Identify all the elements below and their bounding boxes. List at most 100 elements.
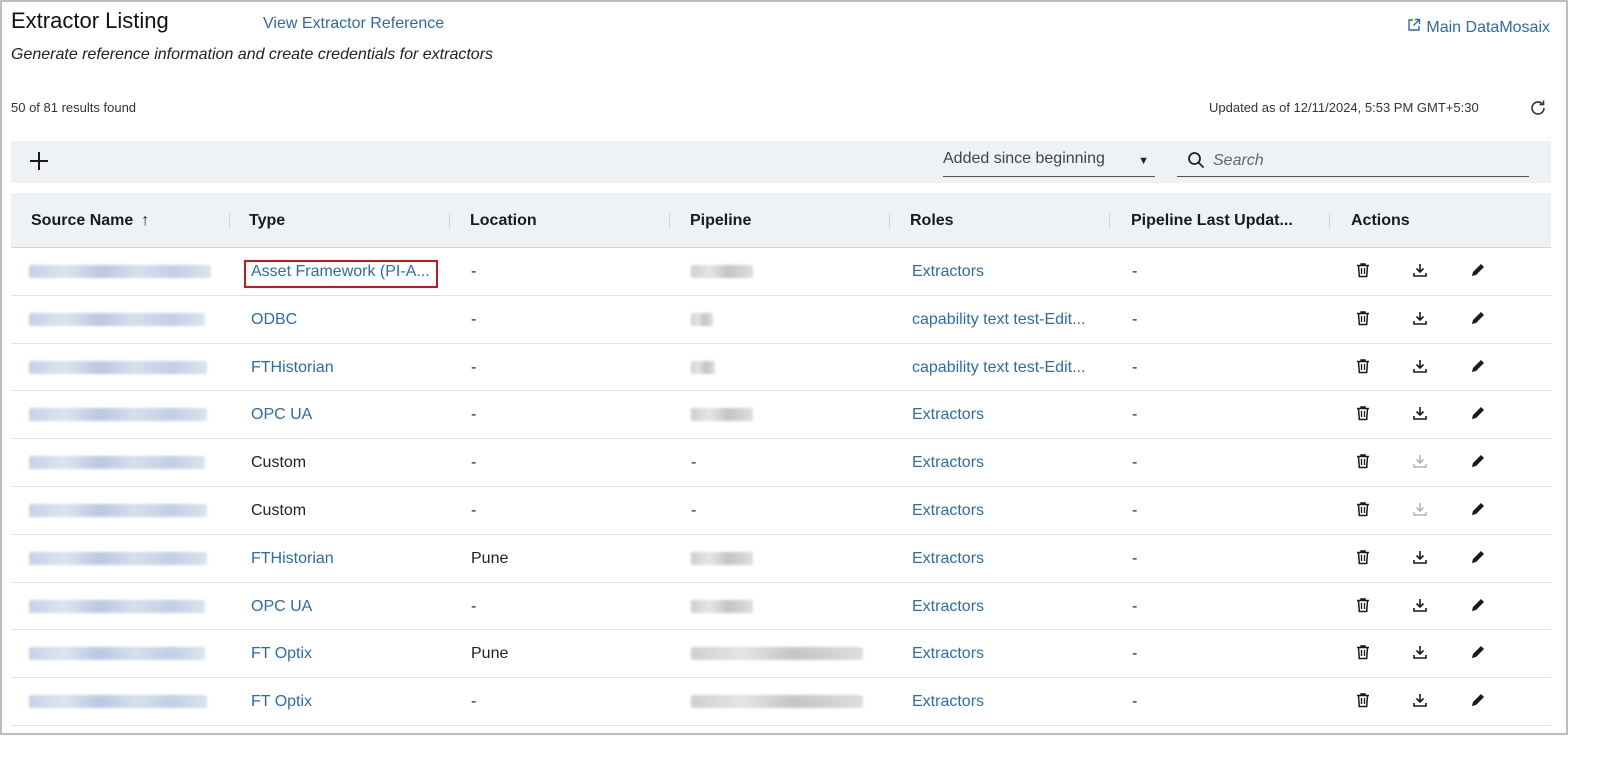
download-icon[interactable] — [1412, 262, 1430, 280]
source-name-redacted[interactable] — [29, 456, 205, 470]
main-datamosaix-link[interactable]: Main DataMosaix — [1407, 18, 1550, 37]
roles-cell[interactable]: Extractors — [912, 535, 1096, 582]
last-updated-cell: - — [1132, 454, 1138, 472]
results-count: 50 of 81 results found — [11, 100, 137, 115]
column-divider — [229, 213, 230, 229]
download-icon[interactable] — [1412, 405, 1430, 423]
column-pipeline-last-updated[interactable]: Pipeline Last Updat... — [1131, 193, 1293, 248]
source-name-redacted[interactable] — [29, 503, 207, 517]
page-subtitle: Generate reference information and creat… — [11, 46, 494, 63]
pencil-icon[interactable] — [1470, 692, 1488, 710]
pipeline-redacted — [691, 647, 863, 661]
refresh-icon[interactable] — [1529, 99, 1547, 117]
pencil-icon[interactable] — [1470, 310, 1488, 328]
download-icon[interactable] — [1412, 310, 1430, 328]
download-icon[interactable] — [1412, 644, 1430, 662]
column-location[interactable]: Location — [470, 193, 537, 248]
column-roles[interactable]: Roles — [910, 193, 954, 248]
pencil-icon[interactable] — [1470, 501, 1488, 519]
roles-cell[interactable]: capability text test-Edit... — [912, 344, 1096, 391]
pipeline-redacted — [691, 695, 863, 709]
location-cell: Pune — [471, 549, 509, 567]
last-updated-cell: - — [1132, 597, 1138, 615]
location-cell: - — [471, 263, 477, 280]
column-divider — [669, 213, 670, 229]
type-cell[interactable]: Asset Framework (PI-A... — [251, 248, 441, 295]
pipeline-redacted — [691, 265, 753, 278]
roles-cell[interactable]: Extractors — [912, 487, 1096, 534]
pencil-icon[interactable] — [1470, 453, 1488, 471]
source-name-redacted[interactable] — [29, 265, 211, 278]
source-name-redacted[interactable] — [29, 695, 207, 709]
trash-icon[interactable] — [1356, 453, 1374, 471]
roles-cell[interactable]: Extractors — [912, 678, 1096, 725]
main-datamosaix-label: Main DataMosaix — [1426, 18, 1550, 36]
source-name-redacted[interactable] — [29, 647, 205, 661]
column-divider — [1109, 213, 1110, 229]
source-name-redacted[interactable] — [29, 408, 207, 422]
column-type[interactable]: Type — [249, 193, 285, 248]
pencil-icon[interactable] — [1470, 358, 1488, 376]
type-cell[interactable]: FTHistorian — [251, 535, 441, 582]
download-icon[interactable] — [1412, 358, 1430, 376]
table-row: FT Optix - Extractors - — [11, 678, 1551, 726]
column-source-name[interactable]: Source Name ↑ — [31, 193, 149, 248]
pencil-icon[interactable] — [1470, 644, 1488, 662]
source-name-redacted[interactable] — [29, 551, 207, 565]
view-extractor-reference-link[interactable]: View Extractor Reference — [263, 15, 444, 33]
roles-cell[interactable]: capability text test-Edit... — [912, 296, 1096, 343]
pencil-icon[interactable] — [1470, 262, 1488, 280]
table-row: Asset Framework (PI-A... - Extractors - — [11, 248, 1551, 296]
trash-icon[interactable] — [1356, 310, 1374, 328]
trash-icon[interactable] — [1356, 644, 1374, 662]
table-row: FTHistorian - capability text test-Edit...… — [11, 344, 1551, 392]
source-name-redacted[interactable] — [29, 360, 207, 374]
trash-icon[interactable] — [1356, 692, 1374, 710]
type-cell[interactable]: FTHistorian — [251, 344, 441, 391]
location-cell: Pune — [471, 645, 509, 663]
roles-cell[interactable]: Extractors — [912, 439, 1096, 486]
trash-icon[interactable] — [1356, 262, 1374, 280]
search-input[interactable] — [1213, 147, 1513, 175]
type-cell[interactable]: FT Optix — [251, 678, 441, 725]
column-pipeline[interactable]: Pipeline — [690, 193, 751, 248]
download-icon[interactable] — [1412, 692, 1430, 710]
pipeline-cell: - — [691, 454, 697, 472]
roles-cell[interactable]: Extractors — [912, 391, 1096, 438]
download-icon[interactable] — [1412, 597, 1430, 615]
pencil-icon[interactable] — [1470, 597, 1488, 615]
table-row: OPC UA - Extractors - — [11, 583, 1551, 631]
roles-cell[interactable]: Extractors — [912, 630, 1096, 677]
pipeline-cell: - — [691, 501, 697, 519]
trash-icon[interactable] — [1356, 597, 1374, 615]
last-updated-cell: - — [1132, 645, 1138, 663]
added-since-dropdown[interactable]: Added since beginning ▼ — [943, 147, 1155, 177]
sort-ascending-icon: ↑ — [141, 212, 150, 229]
table-row: FT Optix Pune Extractors - — [11, 630, 1551, 679]
pencil-icon[interactable] — [1470, 549, 1488, 567]
type-cell[interactable]: OPC UA — [251, 583, 441, 630]
add-extractor-button[interactable] — [27, 149, 51, 173]
trash-icon[interactable] — [1356, 549, 1374, 567]
trash-icon[interactable] — [1356, 405, 1374, 423]
type-cell[interactable]: ODBC — [251, 296, 441, 343]
last-updated-cell: - — [1132, 501, 1138, 519]
trash-icon[interactable] — [1356, 501, 1374, 519]
external-link-icon — [1407, 18, 1421, 37]
column-actions: Actions — [1351, 212, 1410, 229]
source-name-redacted[interactable] — [29, 599, 205, 613]
download-icon[interactable] — [1412, 549, 1430, 567]
trash-icon[interactable] — [1356, 358, 1374, 376]
location-cell: - — [471, 406, 477, 424]
type-cell[interactable]: FT Optix — [251, 630, 441, 677]
pencil-icon[interactable] — [1470, 405, 1488, 423]
page-frame: Extractor Listing View Extractor Referen… — [0, 0, 1568, 735]
location-cell: - — [471, 693, 477, 711]
roles-cell[interactable]: Extractors — [912, 583, 1096, 630]
roles-cell[interactable]: Extractors — [912, 248, 1096, 295]
location-cell: - — [471, 358, 477, 376]
page-title: Extractor Listing — [11, 8, 169, 33]
last-updated-cell: - — [1132, 549, 1138, 567]
type-cell[interactable]: OPC UA — [251, 391, 441, 438]
source-name-redacted[interactable] — [29, 312, 205, 326]
